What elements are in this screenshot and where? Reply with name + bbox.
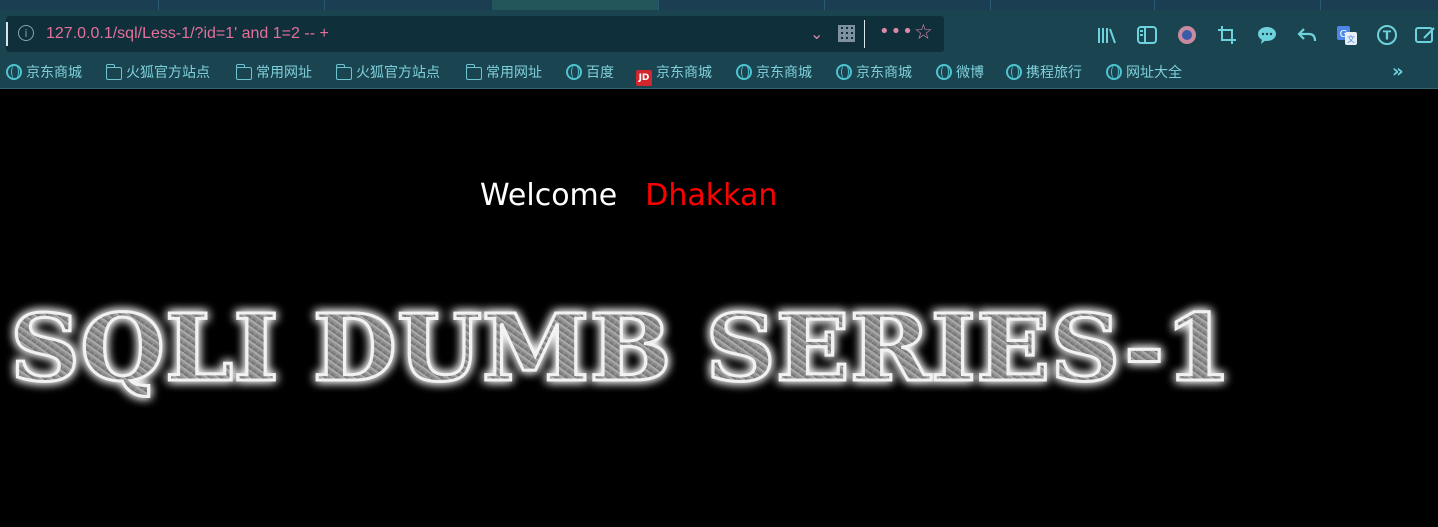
bookmark-label: 火狐官方站点 xyxy=(356,65,440,81)
translate-icon[interactable]: G文 xyxy=(1336,24,1358,46)
tab[interactable] xyxy=(990,0,1155,10)
navigation-toolbar: i 127.0.0.1/sql/Less-1/?id=1' and 1=2 --… xyxy=(0,10,1438,58)
svg-text:文: 文 xyxy=(1347,34,1355,44)
bookmark-label: 火狐官方站点 xyxy=(126,65,210,81)
sidebar-icon[interactable] xyxy=(1136,24,1158,46)
globe-icon xyxy=(1106,64,1122,80)
bookmark-item[interactable]: 百度 xyxy=(566,63,614,83)
bookmark-label: 网址大全 xyxy=(1126,65,1182,81)
tab[interactable] xyxy=(0,0,159,10)
bookmark-folder[interactable]: 火狐官方站点 xyxy=(106,63,210,83)
globe-icon xyxy=(6,64,22,80)
url-text[interactable]: 127.0.0.1/sql/Less-1/?id=1' and 1=2 -- + xyxy=(46,24,329,44)
globe-icon xyxy=(936,64,952,80)
bookmark-label: 百度 xyxy=(586,65,614,81)
welcome-name: Dhakkan xyxy=(645,178,778,213)
double-chevron-right-icon[interactable]: » xyxy=(1392,61,1404,82)
bookmark-label: 常用网址 xyxy=(256,65,312,81)
welcome-message: Welcome Dhakkan xyxy=(480,178,777,214)
bookmark-label: 京东商城 xyxy=(656,65,712,81)
folder-icon xyxy=(466,64,482,80)
tab-active[interactable] xyxy=(492,0,659,10)
bookmark-item[interactable]: 京东商城 xyxy=(836,63,912,83)
banner-text: SQLI DUMB SERIES-1 xyxy=(10,294,1232,402)
welcome-label: Welcome xyxy=(480,178,618,213)
bookmark-folder[interactable]: 火狐官方站点 xyxy=(336,63,440,83)
globe-icon xyxy=(836,64,852,80)
star-icon[interactable]: ☆ xyxy=(914,20,933,44)
address-bar-edge xyxy=(6,22,8,46)
globe-icon xyxy=(1006,64,1022,80)
tab[interactable] xyxy=(1320,0,1438,10)
tab[interactable] xyxy=(824,0,991,10)
info-icon[interactable]: i xyxy=(18,25,34,41)
library-icon[interactable] xyxy=(1096,24,1118,46)
bookmark-label: 京东商城 xyxy=(756,65,812,81)
jd-icon: JD xyxy=(636,70,652,86)
tab[interactable] xyxy=(158,0,325,10)
globe-icon xyxy=(736,64,752,80)
tab-strip[interactable] xyxy=(0,0,1438,10)
qr-code-icon[interactable] xyxy=(838,25,855,42)
bookmark-label: 微博 xyxy=(956,65,984,81)
folder-icon xyxy=(236,64,252,80)
bookmark-item[interactable]: 携程旅行 xyxy=(1006,63,1082,83)
folder-icon xyxy=(336,64,352,80)
crop-icon[interactable] xyxy=(1216,24,1238,46)
bookmarks-bar: 京东商城 火狐官方站点 常用网址 火狐官方站点 常用网址 百度 JD 京东商城 京… xyxy=(0,58,1438,89)
edit-icon[interactable] xyxy=(1414,24,1436,46)
bookmark-folder[interactable]: 常用网址 xyxy=(466,63,542,83)
chevron-down-icon[interactable]: ⌄ xyxy=(810,24,823,43)
bookmark-item[interactable]: JD 京东商城 xyxy=(636,63,712,86)
bookmark-item[interactable]: 微博 xyxy=(936,63,984,83)
t-circle-icon[interactable]: T xyxy=(1376,24,1398,46)
bookmark-item[interactable]: 京东商城 xyxy=(736,63,812,83)
chat-icon[interactable] xyxy=(1256,24,1278,46)
bookmark-label: 京东商城 xyxy=(856,65,912,81)
address-bar-separator xyxy=(864,20,865,48)
bookmark-label: 携程旅行 xyxy=(1026,65,1082,81)
bookmark-item[interactable]: 网址大全 xyxy=(1106,63,1182,83)
svg-text:T: T xyxy=(1383,29,1392,43)
tab[interactable] xyxy=(658,0,825,10)
bookmark-folder[interactable]: 常用网址 xyxy=(236,63,312,83)
back-arrow-icon[interactable] xyxy=(1296,24,1318,46)
tab[interactable] xyxy=(1154,0,1321,10)
bookmark-item[interactable]: 京东商城 xyxy=(6,63,82,83)
bookmark-label: 京东商城 xyxy=(26,65,82,81)
tab[interactable] xyxy=(324,0,493,10)
more-dots-icon[interactable]: ••• xyxy=(879,21,914,42)
avatar-icon[interactable] xyxy=(1176,24,1198,46)
series-banner: SQLI DUMB SERIES-1 xyxy=(9,293,1234,404)
globe-icon xyxy=(566,64,582,80)
folder-icon xyxy=(106,64,122,80)
address-bar[interactable]: i 127.0.0.1/sql/Less-1/?id=1' and 1=2 --… xyxy=(6,16,944,52)
bookmark-label: 常用网址 xyxy=(486,65,542,81)
